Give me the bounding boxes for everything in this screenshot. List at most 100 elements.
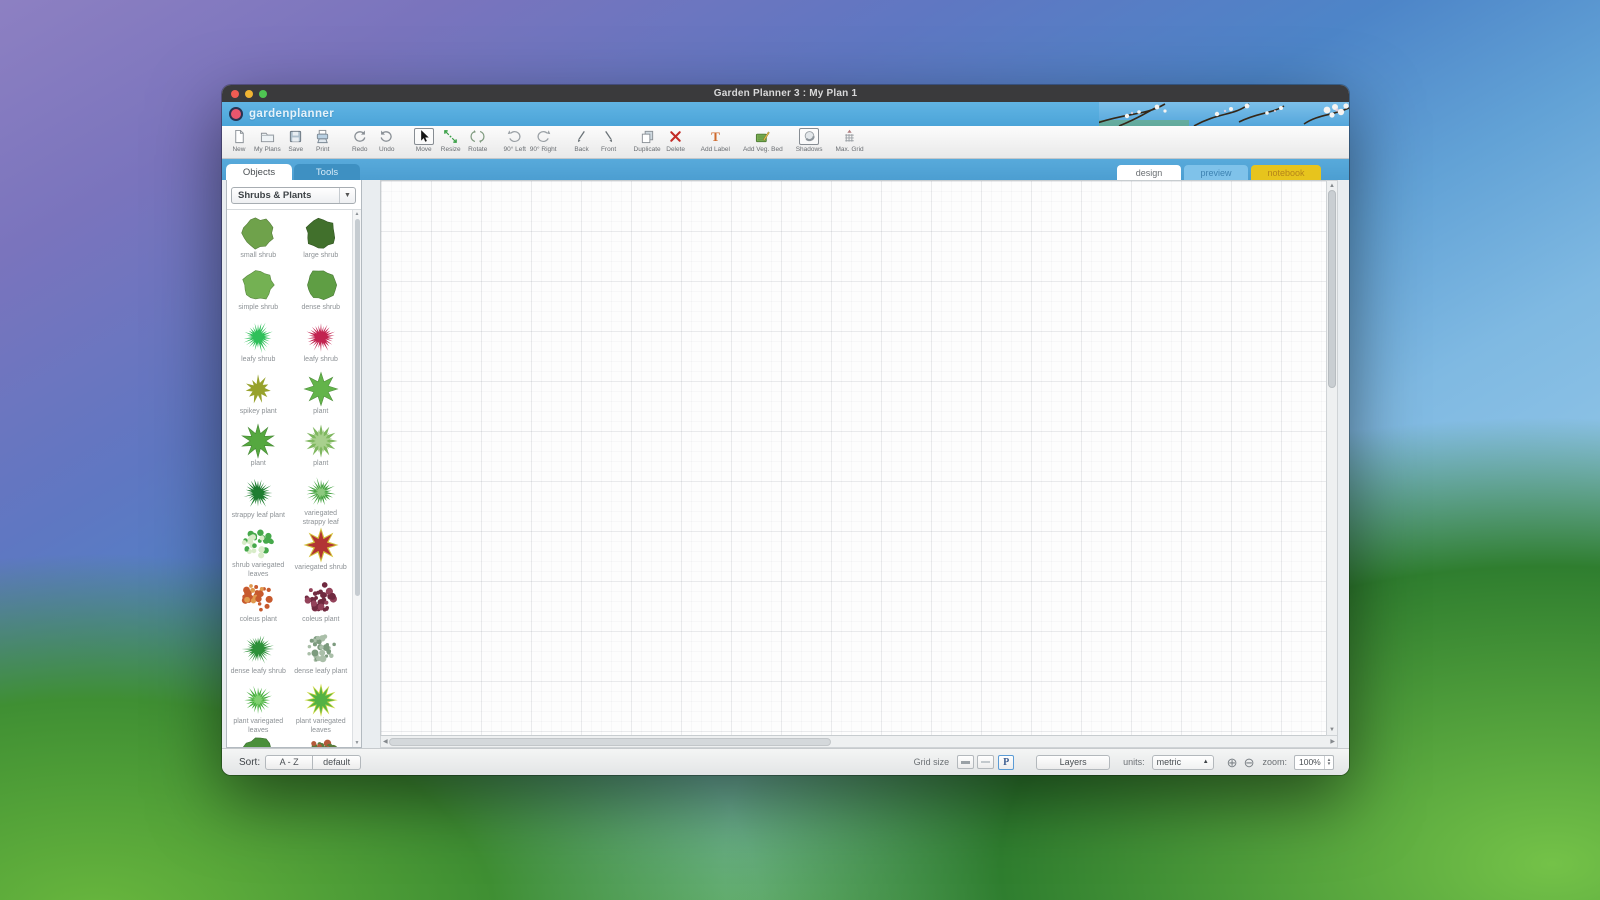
grid-p-button[interactable]: P bbox=[998, 755, 1014, 770]
units-select[interactable]: metric ▲ bbox=[1152, 755, 1214, 770]
category-dropdown-value: Shrubs & Plants bbox=[238, 190, 311, 201]
plant-item[interactable]: coleus plant bbox=[290, 579, 353, 631]
toolbar-button-delete[interactable]: Delete bbox=[664, 128, 688, 153]
canvas-vscroll-track[interactable] bbox=[1327, 190, 1337, 726]
print-icon bbox=[313, 128, 333, 145]
plant-item[interactable]: dense shrub bbox=[290, 267, 353, 319]
canvas-horizontal-scrollbar[interactable]: ◀ ▶ bbox=[380, 736, 1338, 748]
plant-icon bbox=[299, 579, 343, 616]
toolbar-button-label: Shadows bbox=[796, 146, 823, 153]
plant-item[interactable]: plant variegated leaves bbox=[290, 683, 353, 735]
toolbar-button-move[interactable]: Move bbox=[412, 128, 436, 153]
tab-preview[interactable]: preview bbox=[1184, 165, 1248, 180]
toolbar-button-redo[interactable]: Redo bbox=[348, 128, 372, 153]
tab-preview-label: preview bbox=[1200, 168, 1231, 178]
plant-item[interactable]: coleus plant bbox=[227, 579, 290, 631]
toolbar-button-90-right[interactable]: 90° Right bbox=[530, 128, 557, 153]
design-canvas[interactable] bbox=[380, 180, 1326, 736]
toolbar-button-label: Delete bbox=[666, 146, 685, 153]
layers-label: Layers bbox=[1060, 757, 1087, 767]
toolbar-button-my-plans[interactable]: My Plans bbox=[254, 128, 281, 153]
sidebar-scroll-thumb[interactable] bbox=[355, 219, 360, 596]
plant-label: leafy shrub bbox=[301, 356, 341, 364]
canvas-vscroll-thumb[interactable] bbox=[1328, 190, 1336, 388]
toolbar-button-90-left[interactable]: 90° Left bbox=[503, 128, 527, 153]
shadows-icon bbox=[799, 128, 819, 145]
toolbar-button-add-veg-bed[interactable]: Add Veg. Bed bbox=[743, 128, 783, 153]
sort-az-button[interactable]: A - Z bbox=[265, 755, 313, 770]
sidebar-scroll-track[interactable] bbox=[353, 217, 361, 740]
plant-item[interactable]: variegated strappy leaf bbox=[290, 475, 353, 527]
grid-size-small-button[interactable] bbox=[957, 755, 974, 769]
toolbar-button-resize[interactable]: Resize bbox=[439, 128, 463, 153]
scroll-left-icon[interactable]: ◀ bbox=[382, 738, 389, 746]
grid-size-large-button[interactable] bbox=[977, 755, 994, 769]
add-veg-bed-icon bbox=[753, 128, 773, 145]
folder-icon bbox=[257, 128, 277, 145]
plant-item[interactable]: small shrub bbox=[227, 215, 290, 267]
toolbar-button-shadows[interactable]: Shadows bbox=[796, 128, 823, 153]
toolbar-button-save[interactable]: Save bbox=[284, 128, 308, 153]
tab-tools[interactable]: Tools bbox=[294, 164, 360, 180]
tab-objects[interactable]: Objects bbox=[226, 164, 292, 180]
zoom-in-icon[interactable]: ⊕ bbox=[1227, 756, 1238, 769]
plant-item[interactable]: shrub variegated leaves bbox=[227, 527, 290, 579]
plant-item[interactable]: plant bbox=[227, 423, 290, 475]
plant-item[interactable]: variegated shrub bbox=[290, 527, 353, 579]
toolbar-button-rotate[interactable]: Rotate bbox=[466, 128, 490, 153]
plant-item[interactable]: leafy shrub bbox=[227, 319, 290, 371]
scroll-down-icon[interactable]: ▼ bbox=[1328, 726, 1336, 734]
toolbar-button-back[interactable]: Back bbox=[570, 128, 594, 153]
toolbar-button-front[interactable]: Front bbox=[597, 128, 621, 153]
plant-label: dense leafy shrub bbox=[228, 668, 289, 676]
rotate-left-icon bbox=[505, 128, 525, 145]
plant-item[interactable] bbox=[290, 735, 353, 747]
plant-item[interactable]: plant bbox=[290, 423, 353, 475]
canvas-vertical-scrollbar[interactable]: ▲ ▼ bbox=[1326, 180, 1338, 736]
plant-icon bbox=[299, 683, 343, 718]
toolbar-button-duplicate[interactable]: Duplicate bbox=[634, 128, 661, 153]
sort-default-button[interactable]: default bbox=[313, 755, 361, 770]
fullscreen-button[interactable] bbox=[259, 90, 267, 98]
plant-icon bbox=[299, 423, 343, 460]
tab-notebook[interactable]: notebook bbox=[1251, 165, 1321, 180]
app-banner: gardenplanner bbox=[222, 102, 1349, 126]
layers-button[interactable]: Layers bbox=[1036, 755, 1110, 770]
tab-design-label: design bbox=[1136, 168, 1163, 178]
toolbar-group: TAdd Label bbox=[701, 128, 730, 153]
close-button[interactable] bbox=[231, 90, 239, 98]
canvas-hscroll-track[interactable] bbox=[389, 736, 1330, 747]
zoom-out-icon[interactable]: ⊖ bbox=[1244, 756, 1255, 769]
spinner-arrows-icon[interactable]: ▲▼ bbox=[1324, 756, 1333, 769]
plant-item[interactable]: strappy leaf plant bbox=[227, 475, 290, 527]
toolbar-button-add-label[interactable]: TAdd Label bbox=[701, 128, 730, 153]
zoom-level-input[interactable]: 100% ▲▼ bbox=[1294, 755, 1334, 770]
minimize-button[interactable] bbox=[245, 90, 253, 98]
objects-sidebar: Shrubs & Plants ▼ small shrublarge shrub… bbox=[226, 180, 362, 748]
toolbar-button-label: Add Veg. Bed bbox=[743, 146, 783, 153]
tab-design[interactable]: design bbox=[1117, 165, 1181, 180]
toolbar-button-max-grid[interactable]: Max. Grid bbox=[835, 128, 863, 153]
scroll-down-icon[interactable]: ▼ bbox=[355, 740, 360, 746]
plant-item[interactable]: dense leafy plant bbox=[290, 631, 353, 683]
plant-item[interactable]: simple shrub bbox=[227, 267, 290, 319]
plant-icon bbox=[299, 371, 343, 408]
plant-item[interactable] bbox=[227, 735, 290, 747]
undo-arrow-icon bbox=[377, 128, 397, 145]
toolbar-button-new[interactable]: New bbox=[227, 128, 251, 153]
plant-item[interactable]: plant bbox=[290, 371, 353, 423]
toolbar-button-undo[interactable]: Undo bbox=[375, 128, 399, 153]
plant-item[interactable]: dense leafy shrub bbox=[227, 631, 290, 683]
plant-item[interactable]: plant variegated leaves bbox=[227, 683, 290, 735]
category-dropdown[interactable]: Shrubs & Plants ▼ bbox=[231, 187, 356, 204]
plant-item[interactable]: leafy shrub bbox=[290, 319, 353, 371]
toolbar-button-print[interactable]: Print bbox=[311, 128, 335, 153]
canvas-hscroll-thumb[interactable] bbox=[389, 738, 831, 746]
sidebar-scrollbar[interactable]: ▲ ▼ bbox=[352, 210, 361, 747]
plant-item[interactable]: spikey plant bbox=[227, 371, 290, 423]
window-titlebar[interactable]: Garden Planner 3 : My Plan 1 bbox=[222, 85, 1349, 102]
scroll-right-icon[interactable]: ▶ bbox=[1329, 738, 1336, 746]
tab-objects-label: Objects bbox=[243, 167, 275, 178]
plant-item[interactable]: large shrub bbox=[290, 215, 353, 267]
scroll-up-icon[interactable]: ▲ bbox=[1328, 182, 1336, 190]
